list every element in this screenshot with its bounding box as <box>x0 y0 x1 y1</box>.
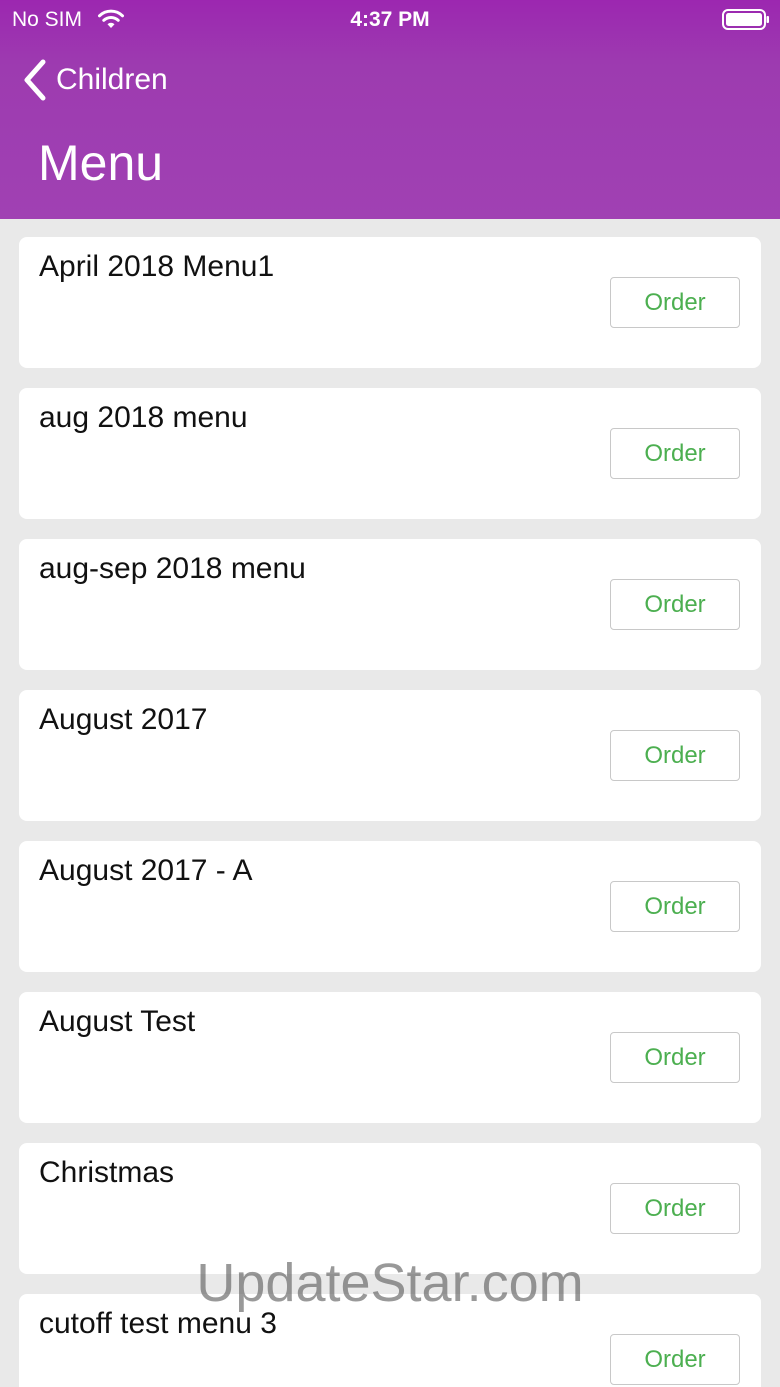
menu-card: aug 2018 menu Order <box>19 388 761 519</box>
menu-title: August 2017 - A <box>39 854 253 887</box>
menu-card: April 2018 Menu1 Order <box>19 237 761 368</box>
order-button[interactable]: Order <box>610 1334 740 1385</box>
status-time: 4:37 PM <box>350 8 430 31</box>
back-button[interactable]: Children <box>22 56 168 104</box>
order-button[interactable]: Order <box>610 428 740 479</box>
back-label: Children <box>56 63 168 96</box>
menu-title: April 2018 Menu1 <box>39 250 275 283</box>
menu-title: August 2017 <box>39 703 208 736</box>
status-bar: No SIM 4:37 PM <box>0 0 780 40</box>
menu-card: cutoff test menu 3 Order <box>19 1294 761 1387</box>
menu-title: cutoff test menu 3 <box>39 1307 277 1340</box>
order-button[interactable]: Order <box>610 277 740 328</box>
menu-title: August Test <box>39 1005 196 1038</box>
menu-card: August Test Order <box>19 992 761 1123</box>
menu-card: Christmas Order <box>19 1143 761 1274</box>
order-button[interactable]: Order <box>610 730 740 781</box>
menu-title: aug-sep 2018 menu <box>39 552 306 585</box>
app-screen: No SIM 4:37 PM Children Menu April 2018 … <box>0 0 780 1387</box>
chevron-left-icon <box>24 59 46 101</box>
header: No SIM 4:37 PM Children Menu <box>0 0 780 219</box>
order-button[interactable]: Order <box>610 1183 740 1234</box>
menu-title: aug 2018 menu <box>39 401 248 434</box>
battery-icon <box>722 9 769 30</box>
menu-card: August 2017 - A Order <box>19 841 761 972</box>
page-title: Menu <box>38 135 164 191</box>
order-button[interactable]: Order <box>610 1032 740 1083</box>
order-button[interactable]: Order <box>610 881 740 932</box>
menu-title: Christmas <box>39 1156 175 1189</box>
menu-card: aug-sep 2018 menu Order <box>19 539 761 670</box>
menu-list: April 2018 Menu1 Order aug 2018 menu Ord… <box>19 237 761 1387</box>
menu-card: August 2017 Order <box>19 690 761 821</box>
order-button[interactable]: Order <box>610 579 740 630</box>
